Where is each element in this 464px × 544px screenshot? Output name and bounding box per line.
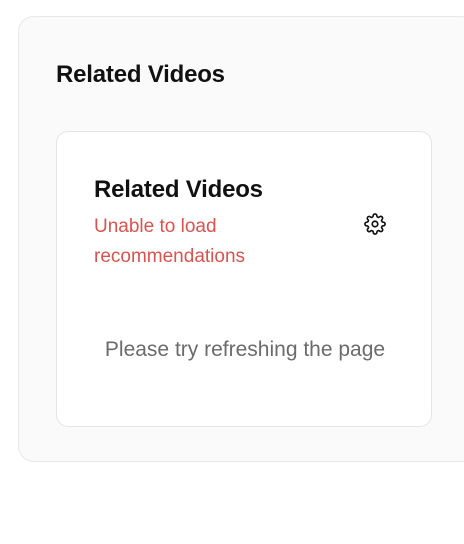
panel-title: Related Videos [56,61,225,88]
related-videos-panel: Related Videos Related Videos Unable to … [18,16,464,462]
refresh-message: Please try refreshing the page [104,338,386,361]
error-message: Unable to load recommendations [94,216,246,267]
gear-icon [364,213,386,235]
settings-button[interactable] [363,212,387,236]
related-videos-card: Related Videos Unable to load recommenda… [56,131,432,427]
card-title: Related Videos [94,176,263,203]
